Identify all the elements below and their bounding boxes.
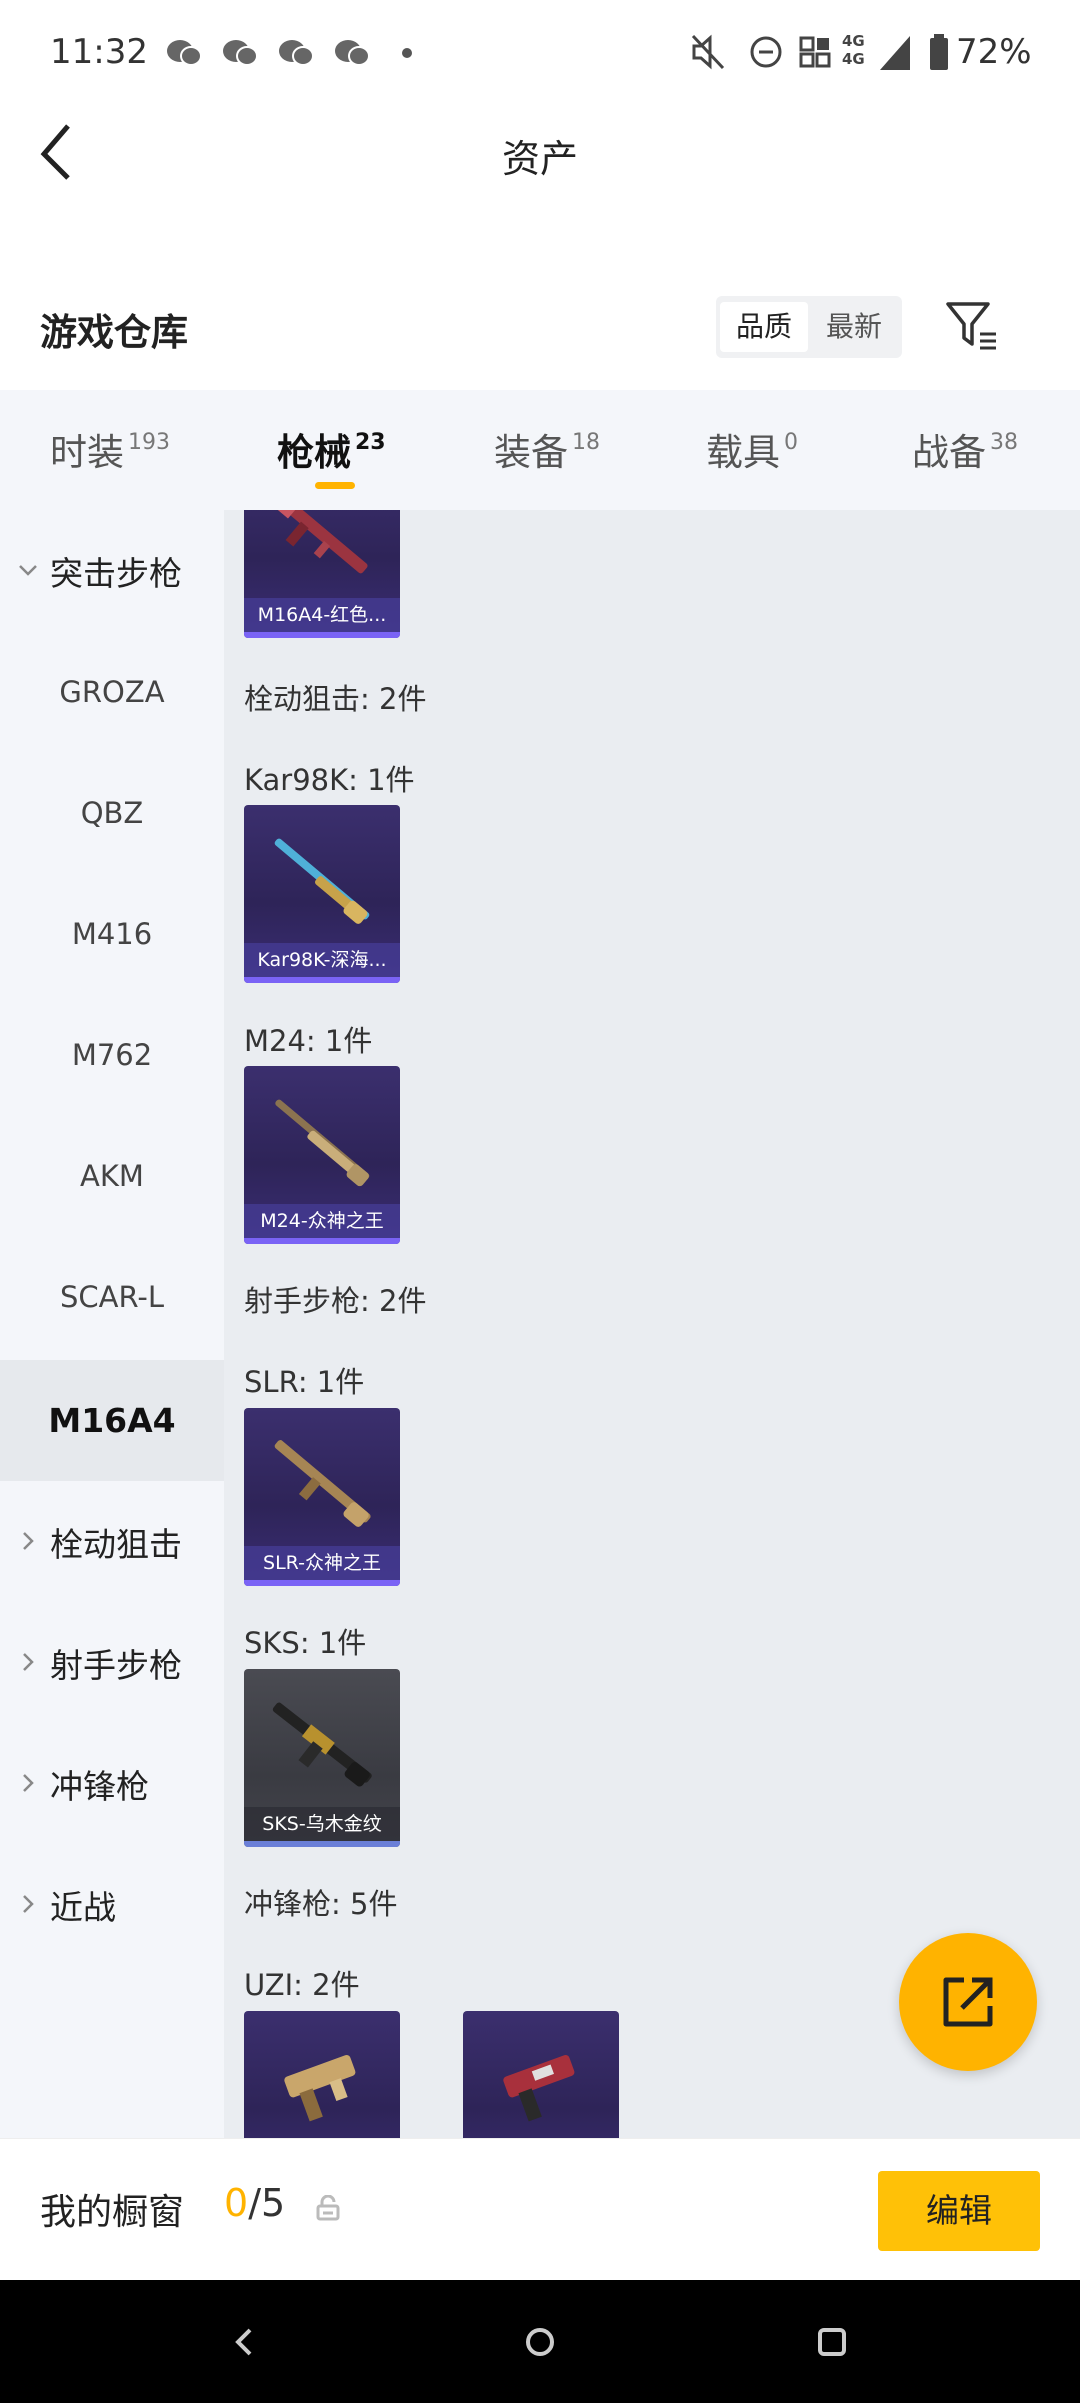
nav-back-icon[interactable] bbox=[216, 2314, 272, 2370]
network-type: 4G 4G bbox=[842, 32, 865, 68]
battery-icon bbox=[930, 34, 948, 70]
item-card-caption: Kar98K-深海... bbox=[244, 943, 400, 977]
status-time: 11:32 bbox=[50, 32, 148, 72]
subgroup-label-sks: SKS: 1件 bbox=[244, 1626, 367, 1660]
tab-guns[interactable]: 枪械 23 bbox=[277, 422, 386, 476]
sidebar-item-label: 突击步枪 bbox=[50, 553, 182, 593]
nav-home-icon[interactable] bbox=[512, 2314, 568, 2370]
subgroup-label-slr: SLR: 1件 bbox=[244, 1365, 365, 1399]
item-card-caption: M24-众神之王 bbox=[244, 1204, 400, 1238]
item-card-slr[interactable]: SLR-众神之王 bbox=[244, 1408, 400, 1586]
sidebar-item-assault-rifles[interactable]: 突击步枪 bbox=[0, 510, 224, 631]
chevron-right-icon bbox=[23, 1774, 34, 1792]
filter-icon[interactable] bbox=[944, 298, 1000, 354]
smg-icon bbox=[284, 2055, 356, 2122]
rifle-icon bbox=[275, 1099, 370, 1187]
share-external-icon bbox=[943, 1977, 993, 2027]
group-label-bolt-action: 栓动狙击: 2件 bbox=[244, 682, 427, 716]
subgroup-label-kar98k: Kar98K: 1件 bbox=[244, 763, 415, 797]
sidebar-item-qbz[interactable]: QBZ bbox=[0, 752, 224, 873]
tab-supplies[interactable]: 战备 38 bbox=[912, 422, 1018, 476]
rifle-icon bbox=[274, 838, 370, 924]
sort-newest-button[interactable]: 最新 bbox=[810, 302, 898, 352]
signal-icon bbox=[880, 36, 910, 70]
sidebar-item-label: 射手步枪 bbox=[50, 1645, 182, 1685]
sidebar-item-m416[interactable]: M416 bbox=[0, 873, 224, 994]
sidebar-item-bolt-action[interactable]: 栓动狙击 bbox=[0, 1481, 224, 1602]
group-label-marksman: 射手步枪: 2件 bbox=[244, 1284, 427, 1318]
sidebar: 突击步枪 GROZA QBZ M416 M762 AKM SCAR-L M16A… bbox=[0, 510, 224, 2138]
active-tab-indicator bbox=[315, 482, 355, 489]
chevron-right-icon bbox=[23, 1895, 34, 1913]
quality-bar bbox=[244, 1841, 400, 1847]
dot-icon bbox=[402, 48, 412, 58]
item-card-caption: SKS-乌木金纹 bbox=[244, 1807, 400, 1841]
dnd-icon bbox=[750, 36, 782, 68]
chevron-right-icon bbox=[23, 1653, 34, 1671]
showcase-count: 0/5 bbox=[224, 2181, 286, 2225]
warehouse-title: 游戏仓库 bbox=[40, 311, 188, 354]
rifle-icon bbox=[274, 1440, 371, 1527]
wechat-icon bbox=[279, 40, 314, 66]
sidebar-item-melee[interactable]: 近战 bbox=[0, 1844, 224, 1965]
sidebar-item-m16a4[interactable]: M16A4 bbox=[0, 1360, 224, 1481]
sidebar-item-marksman[interactable]: 射手步枪 bbox=[0, 1602, 224, 1723]
sidebar-item-groza[interactable]: GROZA bbox=[0, 631, 224, 752]
item-card-sks[interactable]: SKS-乌木金纹 bbox=[244, 1669, 400, 1847]
quality-bar bbox=[244, 977, 400, 983]
quality-bar bbox=[244, 1580, 400, 1586]
item-card-kar98k[interactable]: Kar98K-深海... bbox=[244, 805, 400, 983]
subgroup-label-uzi: UZI: 2件 bbox=[244, 1968, 360, 2002]
share-button[interactable] bbox=[899, 1933, 1037, 2071]
sidebar-item-label: 冲锋枪 bbox=[50, 1766, 149, 1806]
header: 资产 bbox=[0, 110, 1080, 200]
lock-icon bbox=[316, 2195, 340, 2221]
showcase-label: 我的橱窗 bbox=[40, 2192, 185, 2233]
sort-toggle: 品质 最新 bbox=[716, 296, 902, 358]
rifle-icon bbox=[272, 1702, 372, 1787]
nfc-icon bbox=[799, 36, 831, 68]
item-card-uzi-2[interactable] bbox=[463, 2011, 619, 2138]
quality-bar bbox=[244, 632, 400, 638]
item-card-caption: M16A4-红色... bbox=[244, 598, 400, 632]
quality-bar bbox=[244, 1238, 400, 1244]
subgroup-label-m24: M24: 1件 bbox=[244, 1024, 373, 1058]
page-title: 资产 bbox=[501, 137, 578, 181]
rifle-icon bbox=[272, 510, 368, 574]
mute-icon bbox=[691, 34, 725, 70]
tab-equipment[interactable]: 装备 18 bbox=[494, 422, 600, 476]
sidebar-item-scar-l[interactable]: SCAR-L bbox=[0, 1236, 224, 1357]
wechat-icon bbox=[335, 40, 370, 66]
item-list-panel[interactable]: M16A4-红色... 栓动狙击: 2件 Kar98K: 1件 Kar98K-深… bbox=[224, 510, 1080, 2138]
sidebar-item-m762[interactable]: M762 bbox=[0, 994, 224, 1115]
chevron-down-icon bbox=[19, 565, 37, 576]
system-nav-bar bbox=[0, 2280, 1080, 2403]
wechat-icon bbox=[223, 40, 258, 66]
tab-vehicles[interactable]: 载具 0 bbox=[706, 422, 798, 476]
group-label-smg: 冲锋枪: 5件 bbox=[244, 1887, 398, 1921]
smg-icon bbox=[503, 2055, 575, 2122]
chevron-right-icon bbox=[23, 1532, 34, 1550]
sort-quality-button[interactable]: 品质 bbox=[720, 302, 808, 352]
sidebar-item-akm[interactable]: AKM bbox=[0, 1115, 224, 1236]
tab-outfit[interactable]: 时装 193 bbox=[50, 422, 170, 476]
battery-percent: 72% bbox=[956, 32, 1032, 72]
edit-button[interactable]: 编辑 bbox=[878, 2171, 1040, 2251]
status-bar: 11:32 4G 4G 72% bbox=[0, 0, 1080, 110]
item-card-m16a4[interactable]: M16A4-红色... bbox=[244, 510, 400, 638]
warehouse-header: 游戏仓库 品质 最新 bbox=[0, 280, 1080, 390]
wechat-icon bbox=[167, 40, 202, 66]
item-card-caption: SLR-众神之王 bbox=[244, 1546, 400, 1580]
item-card-uzi-1[interactable] bbox=[244, 2011, 400, 2138]
showcase-bar: 我的橱窗 0/5 编辑 bbox=[0, 2138, 1080, 2280]
category-tabs: 时装 193 枪械 23 装备 18 载具 0 战备 38 bbox=[0, 390, 1080, 510]
sidebar-item-label: 近战 bbox=[50, 1887, 116, 1927]
sidebar-item-smg[interactable]: 冲锋枪 bbox=[0, 1723, 224, 1844]
sidebar-item-label: 栓动狙击 bbox=[50, 1524, 182, 1564]
item-card-m24[interactable]: M24-众神之王 bbox=[244, 1066, 400, 1244]
nav-recents-icon[interactable] bbox=[804, 2314, 860, 2370]
